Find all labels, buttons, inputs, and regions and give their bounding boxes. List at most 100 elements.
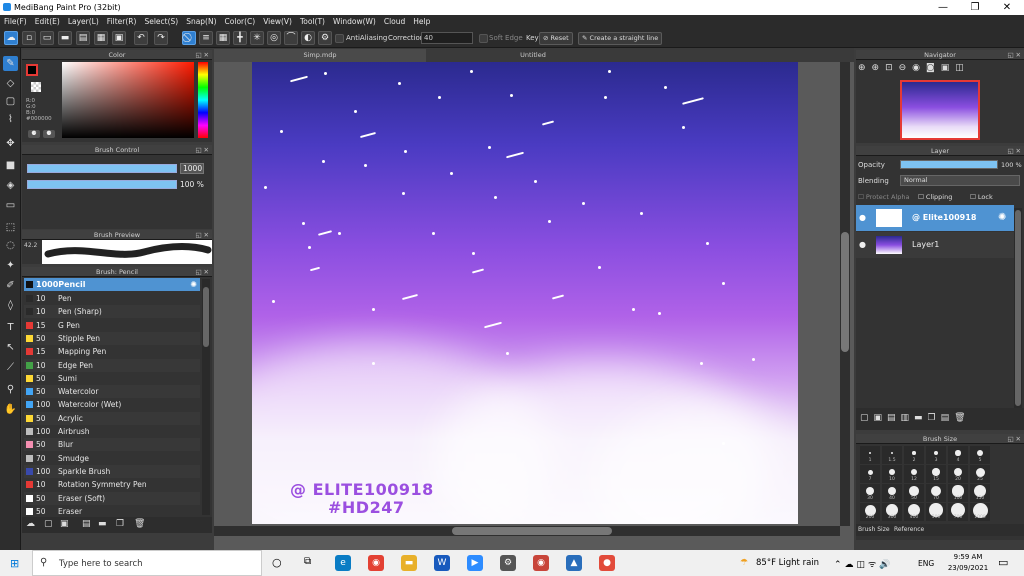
brush-list-item[interactable]: 50 Acrylic — [24, 411, 200, 425]
vertical-scroll-thumb[interactable] — [841, 232, 849, 352]
menu-edit[interactable]: Edit(E) — [31, 15, 64, 28]
layer-scroll-thumb[interactable] — [1015, 210, 1021, 406]
blending-select[interactable]: Normal — [900, 175, 1020, 186]
word-icon[interactable]: W — [434, 555, 450, 571]
gear-icon[interactable]: ✺ — [190, 278, 197, 291]
brush-list-item[interactable]: 10 Pen (Sharp) — [24, 305, 200, 319]
snap-off-icon[interactable]: ⃠ — [182, 31, 196, 45]
brush-size-cell[interactable]: 12 — [904, 465, 924, 483]
brush-list-item[interactable]: 10 Edge Pen — [24, 358, 200, 372]
layer-scrollbar[interactable] — [1014, 208, 1022, 408]
brush-list-scrollbar[interactable] — [202, 279, 210, 515]
lock-checkbox[interactable]: ☐ Lock — [970, 193, 993, 201]
smudge-tool-icon[interactable]: ⌇ — [3, 112, 18, 127]
layer-row-layer1[interactable]: ● Layer1 — [856, 232, 1014, 258]
brush-size-cell[interactable]: 3 — [926, 446, 946, 464]
eraser-tool-icon[interactable]: ◇ — [3, 76, 18, 91]
taskbar-search[interactable]: ⚲ Type here to search — [32, 550, 262, 576]
menu-file[interactable]: File(F) — [0, 15, 31, 28]
duplicate-icon[interactable]: ❐ — [116, 519, 124, 529]
comment-icon[interactable]: ▬ — [58, 31, 72, 45]
brush-size-cell[interactable]: 40 — [882, 484, 902, 502]
sv-picker[interactable] — [62, 62, 194, 138]
photos-icon[interactable]: ▲ — [566, 555, 582, 571]
weather-text[interactable]: 85°F Light rain — [756, 558, 819, 568]
straight-line-button[interactable]: ✎ Create a straight line — [578, 32, 663, 45]
open-icon[interactable]: ▭ — [40, 31, 54, 45]
brush-size-cell[interactable]: 4 — [948, 446, 968, 464]
brush-size-cell[interactable]: 500 — [926, 503, 946, 521]
menu-view[interactable]: View(V) — [259, 15, 296, 28]
navigator-thumbnail[interactable] — [900, 80, 980, 140]
reset-button[interactable]: ⊘ Reset — [539, 32, 573, 45]
curve-snap-icon[interactable]: ⌒ — [284, 31, 298, 45]
brush-size-cell[interactable]: 400 — [904, 503, 924, 521]
brush-list-item[interactable]: 50 Stipple Pen — [24, 331, 200, 345]
brush-size-cell[interactable]: 1.5 — [882, 446, 902, 464]
windows-start-icon[interactable]: ⊞ — [10, 557, 19, 570]
menu-layer[interactable]: Layer(L) — [64, 15, 103, 28]
brush-size-cell[interactable]: 700 — [948, 502, 968, 521]
zoom-icon[interactable]: ▶ — [467, 555, 483, 571]
divide-tool-icon[interactable]: ⟋ — [3, 360, 18, 375]
brush-size-cell[interactable]: 25 — [970, 465, 990, 483]
brush-size-cell[interactable]: 1 — [860, 446, 880, 464]
brush-list-item[interactable]: 10 Pen — [24, 292, 200, 305]
panel-close-icon[interactable]: ◱ ✕ — [195, 50, 209, 60]
brush-size-cell[interactable]: 30 — [860, 484, 880, 502]
brush-list-item[interactable]: 50 Watercolor — [24, 385, 200, 399]
brush-list-item[interactable]: 50 Sumi — [24, 372, 200, 385]
undo-icon[interactable]: ↶ — [134, 31, 148, 45]
brush-opacity-slider[interactable] — [27, 180, 177, 189]
operation-tool-icon[interactable]: ↖ — [3, 340, 18, 355]
radial-snap-icon[interactable]: ✳ — [250, 31, 264, 45]
panel-close-icon[interactable]: ◱ ✕ — [1007, 50, 1021, 60]
primary-color-swatch[interactable] — [26, 64, 38, 76]
brush-size-cell[interactable]: 70 — [926, 484, 946, 502]
parallel-snap-icon[interactable]: ≡ — [199, 31, 213, 45]
brush-list-item[interactable]: 100 Airbrush — [24, 425, 200, 438]
redo-icon[interactable]: ↷ — [154, 31, 168, 45]
brush-list-item[interactable]: 70 Smudge — [24, 452, 200, 465]
brush-size-cell[interactable]: 2 — [904, 446, 924, 464]
eyedropper-icon[interactable]: ⚲ — [3, 382, 18, 397]
new-file-icon[interactable]: ▫ — [22, 31, 36, 45]
brush-size-value[interactable]: 1000 — [180, 163, 204, 174]
chrome-icon[interactable]: ◉ — [368, 555, 384, 571]
eye-icon[interactable]: ● — [859, 205, 866, 231]
panel-close-icon[interactable]: ◱ ✕ — [195, 145, 209, 155]
minimize-button[interactable]: — — [928, 1, 958, 14]
brush-size-cell[interactable]: 15 — [926, 465, 946, 483]
soft-edge-checkbox[interactable] — [479, 34, 488, 43]
cloud-icon[interactable]: ☁ — [4, 31, 18, 45]
panel-close-icon[interactable]: ◱ ✕ — [1007, 434, 1021, 444]
artwork-canvas[interactable]: @ ELITE100918 #HD247 — [252, 62, 798, 524]
brush-size-slider[interactable] — [27, 164, 177, 173]
chrome-profile-icon[interactable]: ◉ — [533, 555, 549, 571]
lasso-icon[interactable]: ◌ — [3, 238, 18, 253]
selected-brush-row[interactable]: 1000Pencil ✺ — [24, 278, 200, 291]
menu-tool[interactable]: Tool(T) — [296, 15, 329, 28]
text-tool-icon[interactable]: T — [3, 320, 18, 335]
scrollbar-thumb[interactable] — [203, 287, 209, 347]
panel-close-icon[interactable]: ◱ ✕ — [195, 267, 209, 277]
move-tool-icon[interactable]: ✥ — [3, 136, 18, 151]
save-icon[interactable]: ▣ — [112, 31, 126, 45]
panel-close-icon[interactable]: ◱ ✕ — [195, 230, 209, 240]
language-indicator[interactable]: ENG — [918, 559, 934, 568]
brush-size-cell[interactable]: 150 — [970, 484, 990, 502]
brush-list-item[interactable]: 15 Mapping Pen — [24, 345, 200, 358]
bucket-tool-icon[interactable]: ◈ — [3, 178, 18, 193]
system-tray-icons[interactable]: ⌃☁◫ᯤ🔊 — [834, 557, 893, 570]
clock-date[interactable]: 23/09/2021 — [944, 564, 992, 572]
canvas-vertical-scrollbar[interactable] — [840, 62, 850, 526]
file-explorer-icon[interactable]: ▬ — [401, 555, 417, 571]
grid-snap-icon[interactable]: ▦ — [216, 31, 230, 45]
fill-rect-icon[interactable]: ■ — [3, 158, 18, 173]
trash-icon[interactable]: 🗑 — [134, 519, 145, 529]
tab-brush-size[interactable]: Brush Size — [858, 526, 890, 533]
medibang-icon[interactable]: ● — [599, 555, 615, 571]
menu-window[interactable]: Window(W) — [329, 15, 380, 28]
cloud-brush-icon[interactable]: ☁ — [26, 519, 35, 529]
brush-size-cell[interactable]: 7 — [860, 465, 880, 483]
